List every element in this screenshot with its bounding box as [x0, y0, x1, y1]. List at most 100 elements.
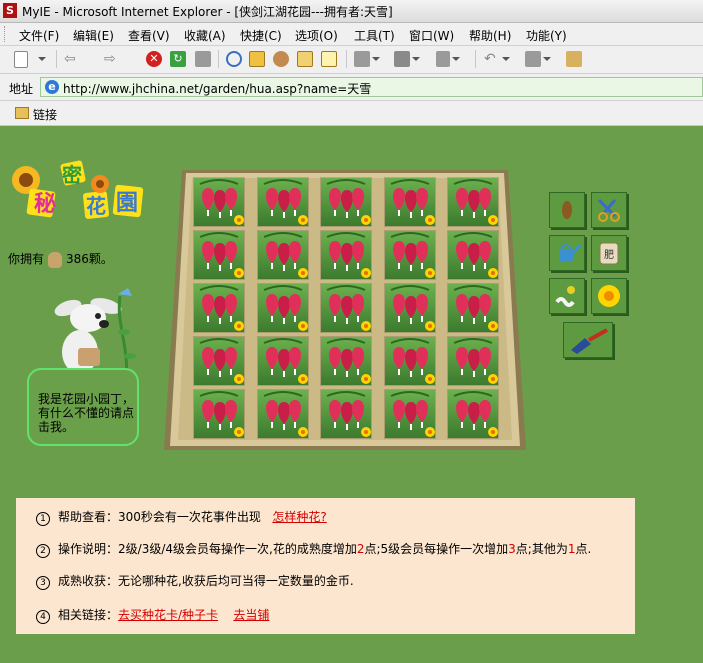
- menu-help[interactable]: 帮助(H): [469, 27, 511, 44]
- flower-plot[interactable]: [384, 337, 435, 385]
- address-input[interactable]: e http://www.jhchina.net/garden/hua.asp?…: [40, 77, 703, 97]
- address-url[interactable]: http://www.jhchina.net/garden/hua.asp?na…: [63, 80, 371, 97]
- menu-functions[interactable]: 功能(Y): [526, 27, 567, 44]
- flower-plot[interactable]: [257, 284, 308, 332]
- flower-plot[interactable]: [321, 178, 371, 226]
- title-bar: S MyIE - Microsoft Internet Explorer - […: [0, 0, 703, 23]
- fertilizer-bag-icon: 肥: [599, 242, 619, 265]
- fertilizer-label: 肥: [604, 249, 614, 261]
- window-icon[interactable]: [525, 51, 551, 67]
- search-icon[interactable]: [226, 51, 242, 67]
- new-page-icon[interactable]: [14, 51, 28, 68]
- seed-tool-button[interactable]: [549, 192, 585, 228]
- window-title: MyIE - Microsoft Internet Explorer - [侠剑…: [22, 5, 393, 19]
- flower-plot[interactable]: [384, 231, 435, 279]
- bleeding-heart-flower-icon: [390, 179, 435, 225]
- info-text: 300秒会有一次花事件出现: [118, 510, 261, 524]
- menu-view[interactable]: 查看(V): [128, 27, 170, 44]
- favorites-icon[interactable]: [249, 51, 265, 67]
- forward-icon[interactable]: ⇨: [104, 51, 120, 67]
- bleeding-heart-flower-icon: [326, 391, 371, 437]
- copy-icon[interactable]: [297, 51, 313, 67]
- flower-plot[interactable]: [321, 231, 371, 279]
- seed-bag-icon: [48, 251, 63, 268]
- flower-plot[interactable]: [384, 390, 435, 438]
- fertilizer-tool-button[interactable]: 肥: [591, 235, 627, 271]
- links-bar: 链接: [0, 101, 703, 126]
- flower-plot[interactable]: [194, 390, 244, 438]
- pest-tool-button[interactable]: [549, 278, 585, 314]
- flower-plot[interactable]: [257, 178, 308, 226]
- flower-plot[interactable]: [384, 284, 435, 332]
- bleeding-heart-flower-icon: [453, 232, 498, 278]
- history-icon[interactable]: [273, 51, 289, 67]
- myie-logo-icon: S: [3, 3, 17, 18]
- bleeding-heart-flower-icon: [263, 338, 308, 384]
- info-text: 无论哪种花,收获后均可当得一定数量的金币.: [118, 574, 354, 588]
- sunflower-tool-button[interactable]: [591, 278, 627, 314]
- info-num: 1: [36, 512, 50, 526]
- flower-plot[interactable]: [321, 390, 371, 438]
- back-icon[interactable]: ⇦: [64, 51, 80, 67]
- flower-plot[interactable]: [448, 337, 498, 385]
- how-to-plant-link[interactable]: 怎样种花?: [272, 510, 326, 524]
- flower-plot[interactable]: [321, 284, 371, 332]
- page-content: 秘 密 花 園 你拥有 386颗。 我是花园小园丁，有什么不懂的请点击我。 肥 …: [0, 126, 703, 663]
- stop-icon[interactable]: ✕: [146, 51, 162, 67]
- flower-plot[interactable]: [257, 337, 308, 385]
- seed-count-prefix: 你拥有: [8, 252, 45, 266]
- flower-plot[interactable]: [257, 231, 308, 279]
- info-row-operation: 2 操作说明：2级/3级/4级会员每操作一次,花的成熟度增加2点;5级会员每操作一…: [36, 540, 591, 558]
- bleeding-heart-flower-icon: [199, 232, 244, 278]
- trowel-tool-button[interactable]: [563, 322, 613, 358]
- menu-shortcuts[interactable]: 快捷(C): [240, 27, 282, 44]
- menu-window[interactable]: 窗口(W): [409, 27, 454, 44]
- flower-plot[interactable]: [194, 231, 244, 279]
- bleeding-heart-flower-icon: [453, 179, 498, 225]
- menu-tools[interactable]: 工具(T): [354, 27, 395, 44]
- bleeding-heart-flower-icon: [263, 179, 308, 225]
- pawnshop-link[interactable]: 去当铺: [233, 608, 269, 622]
- flower-plot[interactable]: [448, 284, 498, 332]
- menu-edit[interactable]: 编辑(E): [73, 27, 114, 44]
- bleeding-heart-flower-icon: [326, 285, 371, 331]
- flower-plot[interactable]: [321, 337, 371, 385]
- bleeding-heart-flower-icon: [390, 232, 435, 278]
- flower-plot[interactable]: [194, 337, 244, 385]
- seed-icon: [562, 201, 572, 219]
- watering-tool-button[interactable]: [549, 235, 585, 271]
- toolbar-grip[interactable]: [4, 26, 8, 42]
- links-label[interactable]: 链接: [33, 106, 57, 123]
- links-folder-icon[interactable]: [15, 107, 29, 119]
- toolbar-separator: [346, 50, 347, 68]
- page-icon[interactable]: [354, 51, 380, 67]
- refresh-icon[interactable]: ↻: [170, 51, 186, 67]
- menu-options[interactable]: 选项(O): [295, 27, 338, 44]
- toolbar: ⇦ ⇨ ✕ ↻ ↶: [0, 46, 703, 74]
- gardener-speech-text[interactable]: 我是花园小园丁，有什么不懂的请点击我。: [38, 392, 138, 434]
- flower-plot[interactable]: [448, 178, 498, 226]
- gardener-speech-bubble[interactable]: 我是花园小园丁，有什么不懂的请点击我。: [27, 368, 139, 446]
- home-icon[interactable]: [195, 51, 211, 67]
- flower-plot[interactable]: [194, 284, 244, 332]
- scissors-tool-button[interactable]: [591, 192, 627, 228]
- info-text: 点.: [575, 542, 592, 556]
- layout-icon[interactable]: [436, 51, 460, 67]
- flower-plot[interactable]: [384, 178, 435, 226]
- address-label: 地址: [9, 82, 34, 96]
- print-icon[interactable]: [394, 51, 420, 67]
- menu-file[interactable]: 文件(F): [19, 27, 59, 44]
- flower-plot[interactable]: [448, 231, 498, 279]
- flower-plot[interactable]: [257, 390, 308, 438]
- notes-icon[interactable]: [321, 51, 337, 67]
- bleeding-heart-flower-icon: [326, 179, 371, 225]
- menu-favorites[interactable]: 收藏(A): [184, 27, 226, 44]
- address-bar: 地址 e http://www.jhchina.net/garden/hua.a…: [0, 74, 703, 101]
- bleeding-heart-flower-icon: [199, 179, 244, 225]
- flower-plot[interactable]: [194, 178, 244, 226]
- flower-plot[interactable]: [448, 390, 498, 438]
- undo-close-icon[interactable]: ↶: [484, 51, 510, 67]
- buy-cards-link[interactable]: 去买种花卡/种子卡: [118, 608, 218, 622]
- plugin-icon[interactable]: [566, 51, 582, 67]
- menu-bar: 文件(F) 编辑(E) 查看(V) 收藏(A) 快捷(C) 选项(O) 工具(T…: [0, 23, 703, 46]
